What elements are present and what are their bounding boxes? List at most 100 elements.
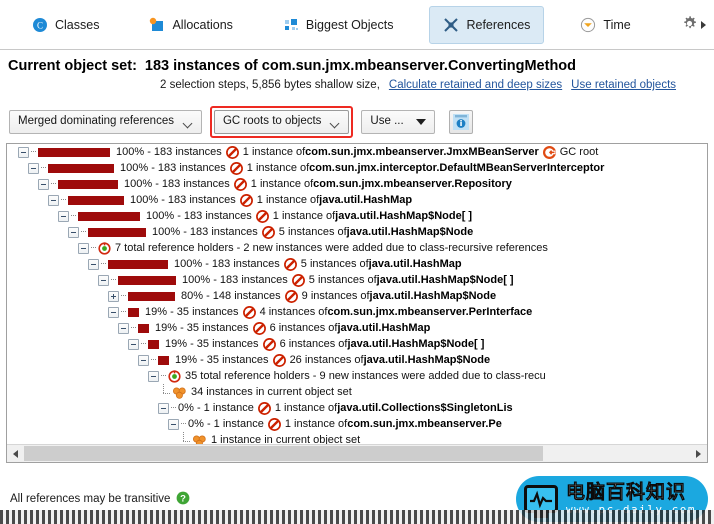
row-percentage: 80% - 148 instances — [181, 290, 281, 302]
svg-text:?: ? — [181, 493, 187, 504]
tree-row[interactable]: 19% - 35 instances 6 instances of java.ut… — [7, 320, 707, 336]
row-description: 35 total reference holders - 9 new insta… — [185, 370, 546, 382]
tree-row[interactable]: 100% - 183 instances 1 instance of java.u… — [7, 192, 707, 208]
chevron-down-icon — [184, 120, 193, 125]
gear-icon[interactable] — [681, 15, 698, 35]
row-class-name: com.sun.jmx.mbeanserver.PerInterface — [327, 306, 533, 318]
tree-row[interactable]: 100% - 183 instances 1 instance of com.su… — [7, 144, 707, 160]
row-percentage: 100% - 183 instances — [124, 178, 230, 190]
tree-line — [158, 384, 171, 400]
expand-toggle[interactable] — [108, 290, 119, 302]
tree-row[interactable]: 0% - 1 instance 1 instance of com.sun.jmx… — [7, 416, 707, 432]
collapse-toggle[interactable] — [148, 370, 159, 382]
tree-line — [171, 407, 176, 409]
status-text: All references may be transitive — [10, 493, 171, 505]
collapse-toggle[interactable] — [58, 210, 69, 222]
collapse-toggle[interactable] — [138, 354, 149, 366]
references-tree[interactable]: 100% - 183 instances 1 instance of com.su… — [7, 144, 707, 445]
scrollbar-thumb[interactable] — [24, 446, 544, 461]
tab-references-label: References — [466, 17, 531, 32]
retained-size-bar — [68, 195, 124, 205]
caret-down-icon — [415, 119, 426, 125]
info-button[interactable] — [448, 110, 473, 134]
collapse-toggle[interactable] — [38, 178, 49, 190]
tree-row[interactable]: 34 instances in current object set — [7, 384, 707, 400]
row-description: 1 instance of — [242, 146, 306, 158]
direction-combo[interactable]: GC roots to objects — [213, 110, 350, 134]
tab-references[interactable]: References — [429, 5, 545, 44]
use-combo-value: Use ... — [370, 115, 404, 128]
references-tree-panel[interactable]: 100% - 183 instances 1 instance of com.su… — [6, 143, 708, 463]
retained-size-bar — [88, 227, 146, 237]
biggest-objects-icon — [283, 17, 299, 33]
row-percentage: 0% - 1 instance — [188, 418, 264, 430]
reference-icon — [267, 417, 281, 431]
tree-row[interactable]: 19% - 35 instances 6 instances of java.ut… — [7, 336, 707, 352]
collapse-toggle[interactable] — [48, 194, 59, 206]
tree-row[interactable]: 100% - 183 instances 5 instances of java.… — [7, 272, 707, 288]
row-class-name: java.util.HashMap$Node[ ] — [347, 338, 485, 350]
direction-value: GC roots to objects — [222, 115, 322, 128]
tab-allocations[interactable]: Allocations — [135, 6, 246, 44]
collapse-toggle[interactable] — [98, 274, 109, 286]
row-description: 6 instances of — [279, 338, 348, 350]
reference-icon — [233, 177, 247, 191]
collapse-toggle[interactable] — [158, 402, 169, 414]
row-description: 26 instances of — [289, 354, 364, 366]
settings-menu[interactable] — [681, 15, 706, 35]
retained-size-bar — [128, 291, 175, 301]
object-set-subline: 2 selection steps, 5,856 bytes shallow s… — [160, 79, 714, 91]
collapse-toggle[interactable] — [128, 338, 139, 350]
collapse-toggle[interactable] — [108, 306, 119, 318]
row-class-name: java.util.HashMap$Node — [363, 354, 491, 366]
row-class-name: com.sun.jmx.mbeanserver.Repository — [313, 178, 512, 190]
tab-biggest-objects[interactable]: Biggest Objects — [269, 6, 408, 44]
row-class-name: java.util.HashMap — [368, 258, 462, 270]
tree-row[interactable]: 7 total reference holders - 2 new instan… — [7, 240, 707, 256]
row-description: 34 instances in current object set — [191, 386, 352, 398]
tab-biggest-objects-label: Biggest Objects — [305, 17, 394, 32]
tree-line — [41, 167, 46, 169]
tab-classes[interactable]: C Classes — [18, 6, 113, 44]
use-combo[interactable]: Use ... — [361, 110, 435, 134]
collapse-toggle[interactable] — [118, 322, 129, 334]
row-class-name: java.util.HashMap$Node[ ] — [376, 274, 514, 286]
tree-row[interactable]: 100% - 183 instances 5 instances of java.… — [7, 256, 707, 272]
tree-row[interactable]: 100% - 183 instances 1 instance of com.su… — [7, 176, 707, 192]
chevron-right-icon[interactable] — [701, 20, 706, 29]
tree-line — [121, 295, 126, 297]
scrollbar-track[interactable] — [24, 445, 690, 462]
calculate-retained-and-deep-sizes-link[interactable]: Calculate retained and deep sizes — [389, 79, 562, 91]
holder-icon — [168, 369, 181, 383]
collapse-toggle[interactable] — [88, 258, 99, 270]
view-mode-combo[interactable]: Merged dominating references — [9, 110, 202, 134]
chevron-right-icon — [696, 449, 701, 458]
tab-bar: C Classes Allocations Biggest Objects Re… — [0, 0, 714, 50]
tree-row[interactable]: 100% - 183 instances 1 instance of com.su… — [7, 160, 707, 176]
tree-row[interactable]: 19% - 35 instances 26 instances of java.u… — [7, 352, 707, 368]
tree-row[interactable]: 80% - 148 instances 9 instances of java.u… — [7, 288, 707, 304]
tree-row[interactable]: 19% - 35 instances 4 instances of com.sun… — [7, 304, 707, 320]
collapse-toggle[interactable] — [168, 418, 179, 430]
collapse-toggle[interactable] — [28, 162, 39, 174]
tree-row[interactable]: 0% - 1 instance 1 instance of java.util.C… — [7, 400, 707, 416]
tree-line — [31, 151, 36, 153]
scroll-right-button[interactable] — [690, 445, 707, 462]
horizontal-scrollbar[interactable] — [7, 444, 707, 462]
scroll-left-button[interactable] — [7, 445, 24, 462]
collapse-toggle[interactable] — [78, 242, 89, 254]
holder-icon — [98, 241, 111, 255]
row-percentage: 100% - 183 instances — [120, 162, 226, 174]
help-icon[interactable]: ? — [176, 491, 190, 508]
tree-row[interactable]: 100% - 183 instances 1 instance of java.u… — [7, 208, 707, 224]
use-retained-objects-link[interactable]: Use retained objects — [571, 79, 676, 91]
tab-time-label: Time — [603, 17, 631, 32]
tree-row[interactable]: 100% - 183 instances 5 instances of java.… — [7, 224, 707, 240]
tab-time[interactable]: Time — [566, 6, 644, 44]
row-class-name: java.util.HashMap — [337, 322, 431, 334]
collapse-toggle[interactable] — [68, 226, 79, 238]
watermark-title: 电脑百科知识 — [566, 482, 687, 504]
tree-row[interactable]: 35 total reference holders - 9 new insta… — [7, 368, 707, 384]
collapse-toggle[interactable] — [18, 146, 29, 158]
reference-icon — [284, 289, 298, 303]
